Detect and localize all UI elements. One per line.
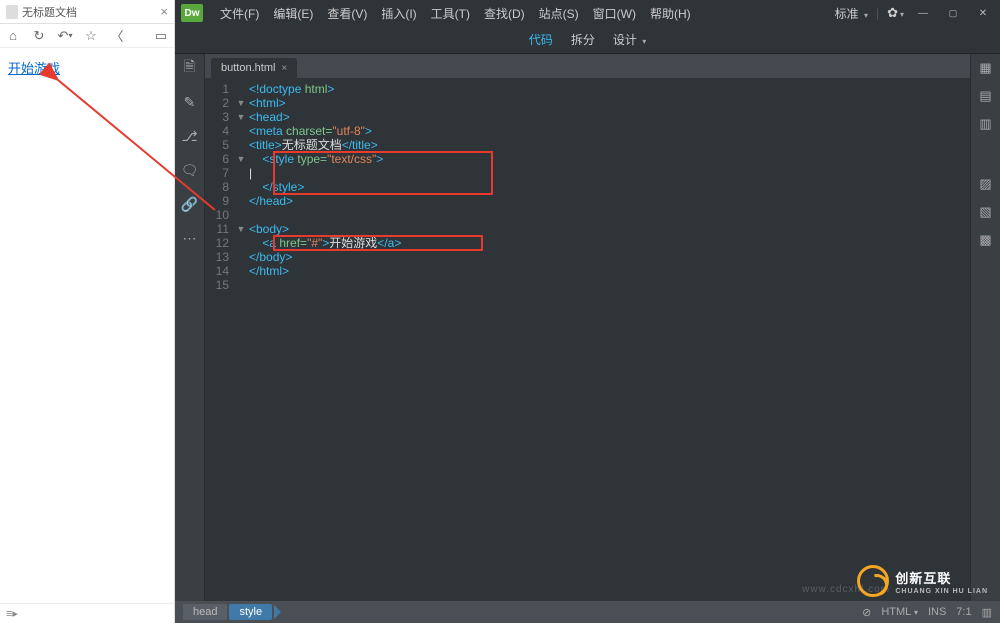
watermark-logo: 创新互联 CHUANG XIN HU LIAN (857, 565, 988, 597)
layout-dropdown[interactable]: 标准 ▾ (835, 5, 868, 22)
browse-file-icon[interactable]: ▭ (154, 29, 168, 43)
fold-gutter[interactable]: ▼▼▼▼ (235, 78, 247, 601)
file-tabs: button.html × (205, 54, 970, 78)
reload-icon[interactable]: ↻ (32, 29, 46, 43)
view-switcher: 代码 拆分 设计 ▾ (175, 26, 1000, 54)
error-indicator-icon[interactable]: ⊘ (862, 606, 871, 619)
back-icon[interactable]: 〈 (110, 29, 124, 43)
menu-item[interactable]: 站点(S) (532, 5, 586, 22)
more-icon[interactable]: ⋯ (182, 230, 198, 246)
menu-item[interactable]: 帮助(H) (643, 5, 698, 22)
panel-icon-4[interactable]: ▨ (978, 176, 994, 192)
breadcrumb-style[interactable]: style (229, 604, 272, 620)
menubar-items: 文件(F)编辑(E)查看(V)插入(I)工具(T)查找(D)站点(S)窗口(W)… (213, 5, 698, 22)
doctype-dropdown[interactable]: HTML ▾ (881, 606, 918, 618)
overflow-icon[interactable]: ▥ (982, 606, 992, 619)
git-icon[interactable]: ⎇ (182, 128, 198, 144)
menu-item[interactable]: 工具(T) (424, 5, 477, 22)
dw-logo-icon: Dw (181, 4, 203, 22)
gear-icon[interactable]: ✿▾ (887, 5, 904, 21)
code-lines[interactable]: <!doctype html><html><head><meta charset… (247, 78, 970, 601)
document-icon (6, 5, 18, 19)
watermark-text-cn: 创新互联 (895, 571, 951, 586)
star-icon[interactable]: ☆ (84, 29, 98, 43)
close-icon[interactable]: × (160, 4, 168, 19)
preview-tab-title: 无标题文档 (22, 4, 77, 20)
menu-item[interactable]: 插入(I) (374, 5, 423, 22)
file-tab-label: button.html (221, 62, 275, 74)
dreamweaver-pane: Dw 文件(F)编辑(E)查看(V)插入(I)工具(T)查找(D)站点(S)窗口… (175, 0, 1000, 623)
panel-icon-5[interactable]: ▧ (978, 204, 994, 220)
menu-item[interactable]: 查找(D) (477, 5, 532, 22)
menu-icon[interactable]: ≡▸ (6, 607, 18, 620)
panel-icon-3[interactable]: ▥ (978, 116, 994, 132)
menu-item[interactable]: 查看(V) (320, 5, 374, 22)
preview-toolbar: ⌂ ↻ ↶▾ ☆ 〈 ▭ (0, 24, 174, 48)
close-icon[interactable]: × (281, 63, 287, 74)
close-window-button[interactable] (972, 6, 994, 20)
tag-selector-bar: head style ⊘ HTML ▾ INS 7:1 ▥ (175, 601, 1000, 623)
preview-statusbar: ≡▸ (0, 603, 174, 623)
chevron-right-icon (274, 605, 281, 619)
panel-icon-2[interactable]: ▤ (978, 88, 994, 104)
edit-tools-icon[interactable]: ✎ (182, 94, 198, 110)
panel-icon-1[interactable]: ▦ (978, 60, 994, 76)
editor-column: button.html × 123456789101112131415 ▼▼▼▼… (205, 54, 970, 601)
right-panel-rail: ▦ ▤ ▥ ▨ ▧ ▩ (970, 54, 1000, 601)
browser-preview-pane: 无标题文档 × ⌂ ↻ ↶▾ ☆ 〈 ▭ 开始游戏 ≡▸ (0, 0, 175, 623)
dw-menubar: Dw 文件(F)编辑(E)查看(V)插入(I)工具(T)查找(D)站点(S)窗口… (175, 0, 1000, 26)
preview-tab[interactable]: 无标题文档 × (0, 0, 174, 24)
minimize-button[interactable] (912, 6, 934, 20)
file-manager-icon[interactable]: 🗎 (182, 60, 198, 76)
panel-icon-6[interactable]: ▩ (978, 232, 994, 248)
link-panel-icon[interactable]: 🔗 (182, 196, 198, 212)
dw-main: 🗎 ✎ ⎇ 🗨 🔗 ⋯ button.html × 12345678910111… (175, 54, 1000, 601)
file-tab-button-html[interactable]: button.html × (211, 58, 297, 78)
menu-item[interactable]: 编辑(E) (266, 5, 320, 22)
comment-icon[interactable]: 🗨 (182, 162, 198, 178)
menu-item[interactable]: 文件(F) (213, 5, 266, 22)
left-tool-rail: 🗎 ✎ ⎇ 🗨 🔗 ⋯ (175, 54, 205, 601)
line-number-gutter: 123456789101112131415 (205, 78, 235, 601)
watermark-disc-icon (857, 565, 889, 597)
start-game-link[interactable]: 开始游戏 (8, 61, 60, 76)
maximize-button[interactable] (942, 6, 964, 20)
insert-mode-label: INS (928, 606, 946, 618)
home-icon[interactable]: ⌂ (6, 29, 20, 43)
view-design-button[interactable]: 设计 ▾ (613, 31, 646, 48)
view-split-button[interactable]: 拆分 (571, 31, 595, 48)
breadcrumb-head[interactable]: head (183, 604, 227, 620)
watermark-text-en: CHUANG XIN HU LIAN (895, 588, 988, 595)
cursor-position: 7:1 (956, 606, 971, 618)
menu-item[interactable]: 窗口(W) (586, 5, 643, 22)
code-editor[interactable]: 123456789101112131415 ▼▼▼▼ <!doctype htm… (205, 78, 970, 601)
preview-body: 开始游戏 (0, 48, 174, 603)
undo-icon[interactable]: ↶▾ (58, 29, 72, 43)
view-code-button[interactable]: 代码 (529, 31, 553, 48)
